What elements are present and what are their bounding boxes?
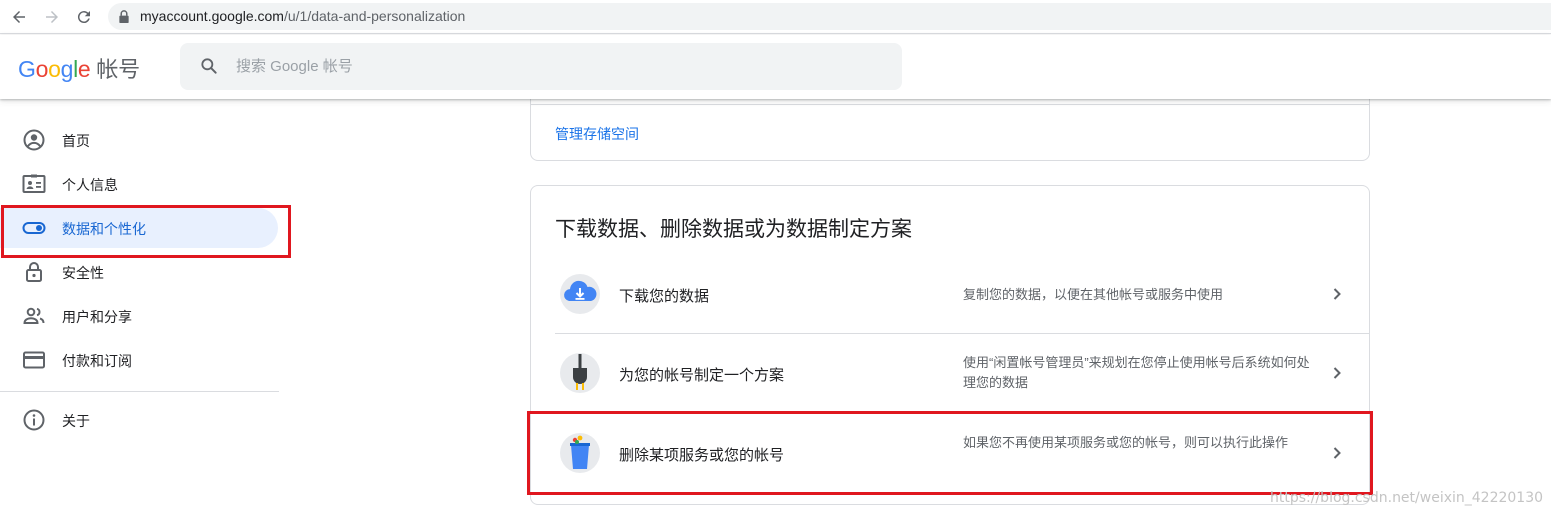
reload-icon [77,11,90,24]
sidebar-item-label: 付款和订阅 [62,353,132,369]
address-bar[interactable]: myaccount.google.com/u/1/data-and-person… [108,3,1551,30]
sidebar-item-about[interactable]: 关于 [0,400,278,440]
product-name: 帐号 [96,57,140,82]
credit-card-icon [23,351,45,369]
logo-letter: o [48,56,61,82]
logo-letter: G [18,56,36,82]
url-path: /u/1/data-and-personalization [283,8,466,24]
url-host: myaccount.google.com [140,8,284,24]
logo-letter: e [77,56,91,82]
google-account-logo[interactable]: Google 帐号 [18,52,140,84]
card-divider [531,104,1369,105]
lock-icon [26,262,42,282]
sidebar-divider [0,391,279,392]
row-description: 使用“闲置帐号管理员”来规划在您停止使用帐号后系统如何处理您的数据 [963,355,1310,390]
account-plan-row[interactable]: 为您的帐号制定一个方案 使用“闲置帐号管理员”来规划在您停止使用帐号后系统如何处… [555,334,1370,412]
search-box[interactable] [180,43,902,90]
info-icon [23,409,45,431]
sidebar-nav: 首页 个人信息 数据和个性化 安全性 用户和分享 付款和订阅 关于 [0,100,290,518]
sidebar-item-home[interactable]: 首页 [0,120,278,160]
account-circle-icon [23,129,45,151]
arrow-right-icon [46,11,58,23]
card-title: 下载数据、删除数据或为数据制定方案 [555,218,912,241]
sidebar-item-people-sharing[interactable]: 用户和分享 [0,296,278,336]
manage-storage-link[interactable]: 管理存储空间 [555,124,639,144]
annotation-highlight-box [1,205,291,258]
sidebar-item-label: 安全性 [62,265,104,281]
row-description: 复制您的数据，以便在其他帐号或服务中使用 [963,287,1224,302]
chevron-right-icon [1333,288,1341,300]
chevron-right-icon [1333,367,1341,379]
reload-button[interactable] [73,6,95,28]
lock-icon [119,10,129,23]
search-icon[interactable] [199,56,219,76]
logo-letter: o [35,56,49,82]
people-icon [23,307,45,324]
sidebar-item-label: 个人信息 [62,177,118,193]
sidebar-item-label: 用户和分享 [62,309,132,325]
arrow-left-icon [13,11,25,23]
row-title: 下载您的数据 [619,288,710,305]
forward-button[interactable] [41,6,63,28]
sidebar-item-payments[interactable]: 付款和订阅 [0,340,278,380]
download-data-row[interactable]: 下载您的数据 复制您的数据，以便在其他帐号或服务中使用 [555,255,1370,333]
back-button[interactable] [8,6,30,28]
cloud-download-icon [560,274,600,314]
sidebar-item-label: 关于 [62,413,90,429]
search-input[interactable] [236,43,876,90]
logo-letter: g [60,56,74,82]
url-text: myaccount.google.com/u/1/data-and-person… [140,8,465,24]
browser-toolbar: myaccount.google.com/u/1/data-and-person… [0,0,1551,34]
sidebar-item-personal-info[interactable]: 个人信息 [0,164,278,204]
plug-icon [560,353,600,393]
app-header: Google 帐号 [0,35,1551,99]
sidebar-item-label: 首页 [62,133,90,149]
sidebar-item-security[interactable]: 安全性 [0,252,278,292]
annotation-highlight-box [527,411,1373,495]
id-card-icon [22,174,46,193]
row-title: 为您的帐号制定一个方案 [619,367,785,384]
watermark-text: https://blog.csdn.net/weixin_42220130 [1270,490,1544,506]
storage-card: 管理存储空间 [530,90,1370,161]
